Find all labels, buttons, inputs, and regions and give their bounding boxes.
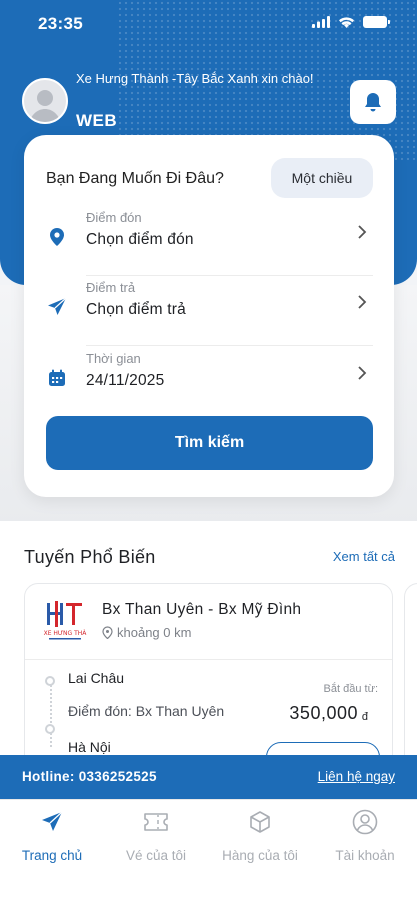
- avatar[interactable]: [22, 78, 68, 124]
- dropoff-field[interactable]: Điểm trả Chọn điểm trả: [46, 276, 373, 346]
- popular-routes-section: Tuyến Phổ Biến Xem tất cả XE HƯNG THÀ Bx…: [0, 521, 417, 783]
- tab-account-label: Tài khoản: [335, 848, 395, 863]
- pickup-label: Điểm đón: [86, 210, 142, 225]
- see-all-link[interactable]: Xem tất cả: [333, 549, 395, 564]
- search-button[interactable]: Tìm kiếm: [46, 416, 373, 470]
- send-icon: [42, 811, 63, 831]
- notification-button[interactable]: [350, 80, 396, 124]
- route-price: 350,000: [289, 703, 358, 723]
- hotline-bar: Hotline: 0336252525 Liên hệ ngay: [0, 755, 417, 799]
- tab-home[interactable]: Trang chủ: [0, 808, 104, 863]
- chevron-right-icon: [358, 295, 367, 309]
- tab-my-packages-label: Hàng của tôi: [222, 848, 298, 863]
- dropoff-value: Chọn điểm trả: [86, 301, 186, 318]
- location-pin-icon: [102, 626, 113, 639]
- tab-my-tickets-label: Vé của tôi: [125, 848, 187, 863]
- location-pin-icon: [50, 228, 64, 246]
- status-bar: 23:35: [0, 0, 417, 46]
- pickup-point: Điểm đón: Bx Than Uyên: [68, 703, 225, 719]
- route-name: Bx Than Uyên - Bx Mỹ Đình: [102, 601, 302, 618]
- date-value: 24/11/2025: [86, 372, 165, 389]
- send-icon: [48, 297, 67, 315]
- operator-logo: XE HƯNG THÀ: [41, 600, 89, 642]
- chevron-right-icon: [358, 225, 367, 239]
- distance-text: khoảng 0 km: [117, 625, 192, 640]
- svg-text:XE HƯNG THÀ: XE HƯNG THÀ: [44, 630, 88, 637]
- popular-routes-title: Tuyến Phổ Biến: [24, 547, 156, 567]
- signal-icon: [312, 16, 330, 28]
- tab-home-label: Trang chủ: [21, 848, 83, 863]
- tab-my-tickets[interactable]: Vé của tôi: [104, 808, 208, 863]
- route-distance: khoảng 0 km: [102, 625, 191, 640]
- calendar-icon: [49, 369, 65, 386]
- route-card[interactable]: XE HƯNG THÀ Bx Than Uyên - Bx Mỹ Đình kh…: [24, 583, 393, 783]
- bell-icon: [365, 93, 381, 112]
- chevron-right-icon: [358, 366, 367, 380]
- price-currency: đ: [361, 711, 368, 723]
- origin-dot: [45, 676, 55, 686]
- contact-link[interactable]: Liên hệ ngay: [318, 769, 395, 784]
- date-field[interactable]: Thời gian 24/11/2025: [46, 347, 373, 417]
- destination-city: Hà Nội: [68, 739, 111, 755]
- start-price-label: Bắt đầu từ:: [323, 683, 378, 695]
- ticket-icon: [144, 813, 168, 831]
- origin-city: Lai Châu: [68, 670, 125, 686]
- tab-bar: Trang chủ Vé của tôi Hàng của tôi Tài kh…: [0, 799, 417, 900]
- user-name: WEB: [76, 111, 118, 130]
- next-route-card[interactable]: [404, 583, 417, 783]
- wifi-icon: [339, 17, 354, 28]
- search-card: Bạn Đang Muốn Đi Đâu? Một chiều Điểm đón…: [24, 135, 394, 497]
- hotline-text[interactable]: Hotline: 0336252525: [22, 769, 157, 784]
- tab-account[interactable]: Tài khoản: [313, 808, 417, 863]
- user-icon: [352, 809, 378, 835]
- status-time: 23:35: [38, 14, 83, 33]
- trip-type-button[interactable]: Một chiều: [271, 158, 373, 198]
- route-timeline: [50, 677, 52, 747]
- dropoff-label: Điểm trả: [86, 280, 136, 295]
- pickup-field[interactable]: Điểm đón Chọn điểm đón: [46, 206, 373, 276]
- pickup-value: Chọn điểm đón: [86, 231, 194, 248]
- via-dot: [45, 724, 55, 734]
- battery-icon: [363, 16, 390, 28]
- date-label: Thời gian: [86, 351, 141, 366]
- tab-my-packages[interactable]: Hàng của tôi: [208, 808, 312, 863]
- search-card-title: Bạn Đang Muốn Đi Đâu?: [46, 170, 224, 187]
- greeting-text: Xe Hưng Thành -Tây Bắc Xanh xin chào!: [76, 71, 314, 86]
- package-icon: [250, 811, 270, 833]
